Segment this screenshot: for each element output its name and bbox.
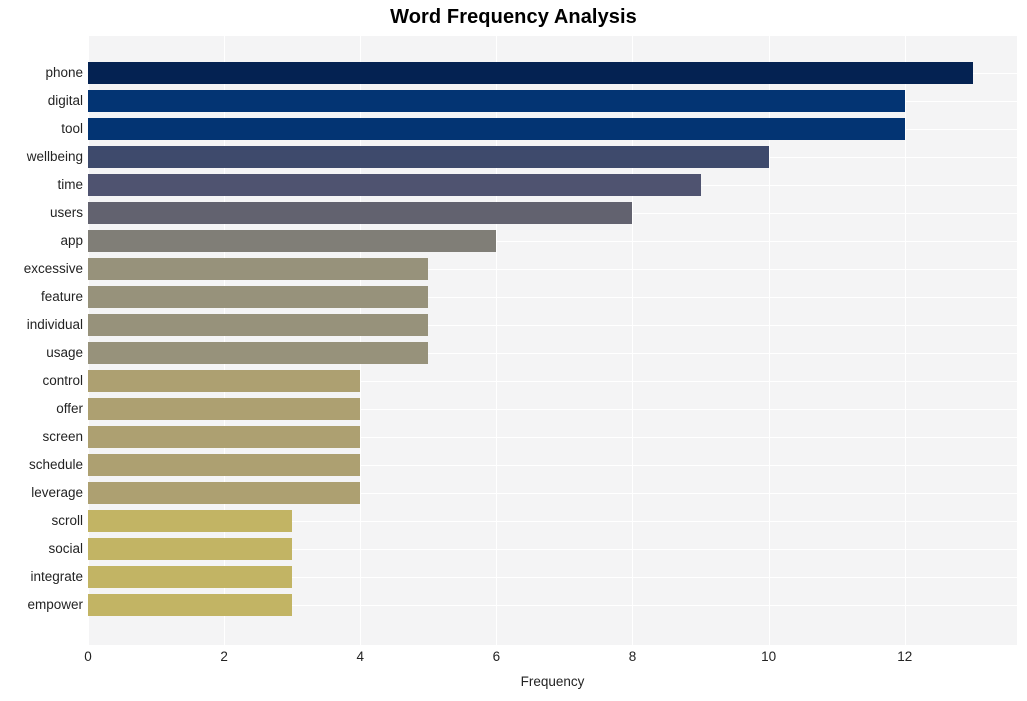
bar <box>88 454 361 476</box>
bar <box>88 538 293 560</box>
bar <box>88 90 905 112</box>
bar <box>88 62 973 84</box>
bar <box>88 482 361 504</box>
y-tick-label: screen <box>42 429 83 444</box>
bar <box>88 342 429 364</box>
y-tick-label: feature <box>40 289 83 304</box>
y-tick-label: digital <box>47 93 83 108</box>
plot-area <box>88 36 1017 645</box>
x-tick-label: 8 <box>628 649 637 664</box>
x-axis-label: Frequency <box>520 674 585 689</box>
chart-title: Word Frequency Analysis <box>390 6 637 28</box>
bar <box>88 314 429 336</box>
x-tick-label: 12 <box>897 649 913 664</box>
bar <box>88 370 361 392</box>
y-tick-label: empower <box>27 597 83 612</box>
y-tick-label: phone <box>45 65 83 80</box>
bar <box>88 566 293 588</box>
y-tick-label: control <box>42 373 83 388</box>
y-tick-label: social <box>48 541 83 556</box>
bar <box>88 426 361 448</box>
y-tick-label: schedule <box>28 457 83 472</box>
bar <box>88 202 633 224</box>
y-tick-label: wellbeing <box>26 149 83 164</box>
bar <box>88 286 429 308</box>
bar <box>88 230 497 252</box>
bar <box>88 510 293 532</box>
x-tick-label: 4 <box>356 649 364 664</box>
y-tick-label: integrate <box>30 569 83 584</box>
y-tick-label: time <box>57 177 83 192</box>
bar <box>88 594 293 616</box>
chart-figure: Word Frequency Analysis phone digital tool… <box>0 0 1027 701</box>
y-tick-label: excessive <box>23 261 83 276</box>
x-tick-label: 0 <box>84 649 92 664</box>
y-tick-label: leverage <box>31 485 83 500</box>
x-tick-label: 2 <box>220 649 228 664</box>
y-tick-label: users <box>49 205 83 220</box>
x-tick-label: 6 <box>492 649 501 664</box>
x-tick-label: 10 <box>761 649 777 664</box>
y-tick-label: tool <box>61 121 83 136</box>
bar <box>88 398 361 420</box>
y-tick-label: individual <box>26 317 83 332</box>
y-tick-label: scroll <box>51 513 83 528</box>
bar <box>88 146 769 168</box>
bar <box>88 174 701 196</box>
bar <box>88 118 905 140</box>
bar <box>88 258 429 280</box>
gridline-vertical <box>904 36 906 645</box>
y-tick-label: usage <box>46 345 83 360</box>
y-tick-label: app <box>60 233 83 248</box>
y-tick-label: offer <box>56 401 83 416</box>
